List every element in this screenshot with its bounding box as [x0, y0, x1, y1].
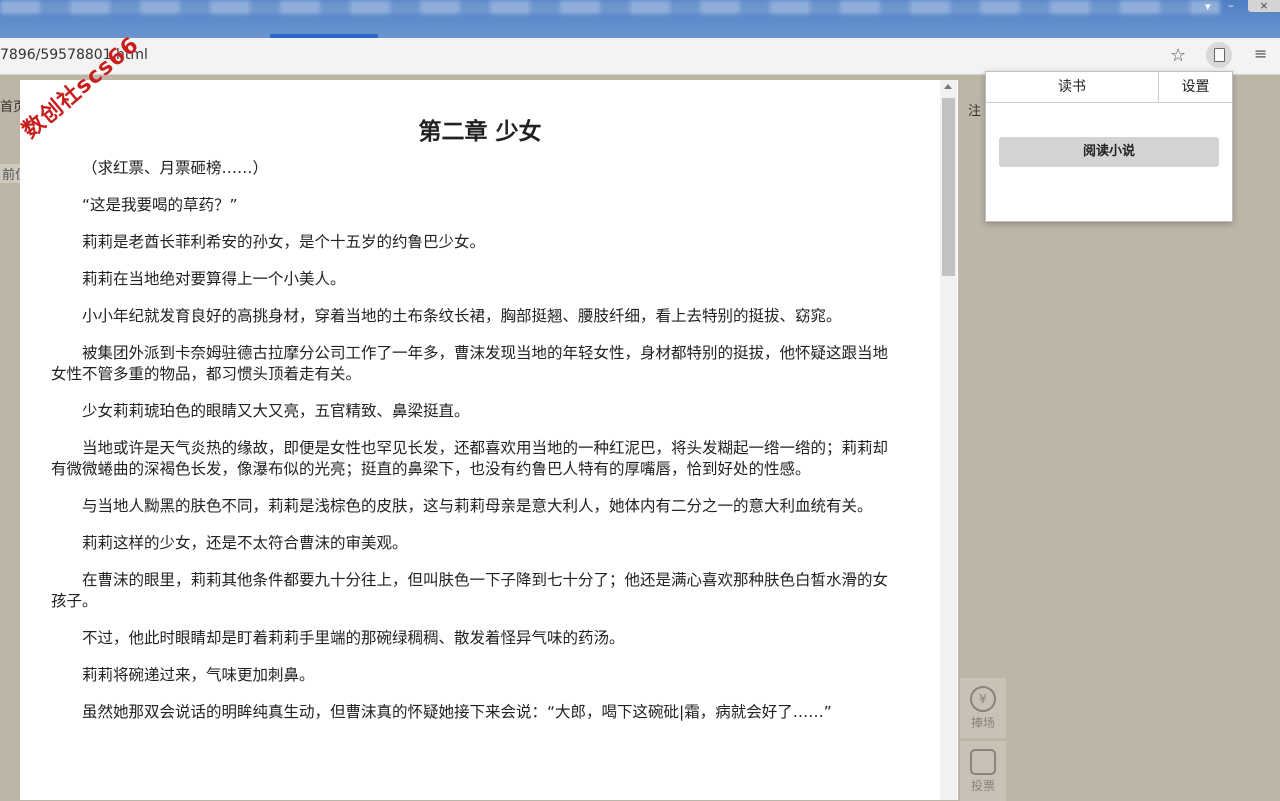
vote-button[interactable]: 投票	[960, 741, 1006, 801]
scroll-thumb[interactable]	[942, 98, 955, 276]
paragraph: 少女莉莉琥珀色的眼睛又大又亮，五官精致、鼻梁挺直。	[82, 402, 470, 420]
vote-label: 投票	[970, 779, 995, 793]
paragraph: 莉莉是老酋长菲利希安的孙女，是个十五岁的约鲁巴少女。	[82, 233, 486, 251]
paragraph: 小小年纪就发育良好的高挑身材，穿着当地的土布条纹长裙，胸部挺翘、腰肢纤细，看上去…	[82, 307, 842, 325]
paragraph: 被集团外派到卡奈姆驻德古拉摩分公司工作了一年多，曹沫发现当地的年轻女性，身材都特…	[51, 344, 889, 383]
reader-panel: 第二章 少女 （求红票、月票砸榜……） “这是我要喝的草药？” 莉莉是老酋长菲利…	[20, 80, 958, 800]
paragraph: 莉莉将碗递过来，气味更加刺鼻。	[82, 666, 315, 684]
chevron-down-icon[interactable]: ▾	[1205, 0, 1211, 13]
browser-toolbar: 7896/59578801.html ☆ ≡	[0, 38, 1280, 75]
window-titlebar: ▾ – ×	[0, 0, 1280, 38]
tab-read[interactable]: 读书	[986, 72, 1159, 102]
close-button[interactable]: ×	[1248, 0, 1280, 12]
site-background	[0, 75, 20, 800]
paragraph: 不过，他此时眼睛却是盯着莉莉手里端的那碗绿稠稠、散发着怪异气味的药汤。	[82, 629, 625, 647]
minimize-button[interactable]: –	[1214, 0, 1248, 12]
extension-popup: 读书 设置 阅读小说	[985, 71, 1233, 222]
reader-scrollbar[interactable]	[940, 80, 957, 800]
tab-settings[interactable]: 设置	[1159, 72, 1232, 102]
site-register-link[interactable]: 注	[968, 100, 981, 119]
extension-book-icon[interactable]	[1206, 42, 1232, 68]
paragraph: 虽然她那双会说话的明眸纯真生动，但曹沫真的怀疑她接下来会说：“大郎，喝下这碗砒|…	[82, 703, 832, 721]
paragraph: “这是我要喝的草药？”	[82, 196, 238, 214]
chapter-content: （求红票、月票砸榜……） “这是我要喝的草药？” 莉莉是老酋长菲利希安的孙女，是…	[51, 158, 903, 739]
popup-tabs: 读书 设置	[986, 72, 1232, 103]
yen-icon: ¥	[970, 686, 996, 712]
rank-button[interactable]: ¥ 捧场	[960, 678, 1006, 738]
read-novel-button[interactable]: 阅读小说	[999, 137, 1219, 167]
paragraph: 当地或许是天气炎热的缘故，即便是女性也罕见长发，还都喜欢用当地的一种红泥巴，将头…	[51, 439, 889, 478]
chapter-title: 第二章 少女	[418, 119, 542, 145]
reading-list-icon[interactable]: ≡	[1254, 44, 1267, 63]
scroll-up-arrow-icon[interactable]	[944, 84, 952, 89]
paragraph: （求红票、月票砸榜……）	[82, 159, 269, 177]
paragraph: 莉莉在当地绝对要算得上一个小美人。	[82, 270, 346, 288]
paragraph: 莉莉这样的少女，还是不太符合曹沫的审美观。	[82, 534, 408, 552]
paragraph: 与当地人黝黑的肤色不同，莉莉是浅棕色的皮肤，这与莉莉母亲是意大利人，她体内有二分…	[82, 497, 873, 515]
rank-label: 捧场	[970, 716, 995, 730]
ticket-icon	[970, 749, 996, 775]
blurred-tab-strip	[0, 0, 1220, 14]
paragraph: 在曹沫的眼里，莉莉其他条件都要九十分往上，但叫肤色一下子降到七十分了；他还是满心…	[51, 571, 889, 610]
star-icon[interactable]: ☆	[1170, 45, 1186, 66]
